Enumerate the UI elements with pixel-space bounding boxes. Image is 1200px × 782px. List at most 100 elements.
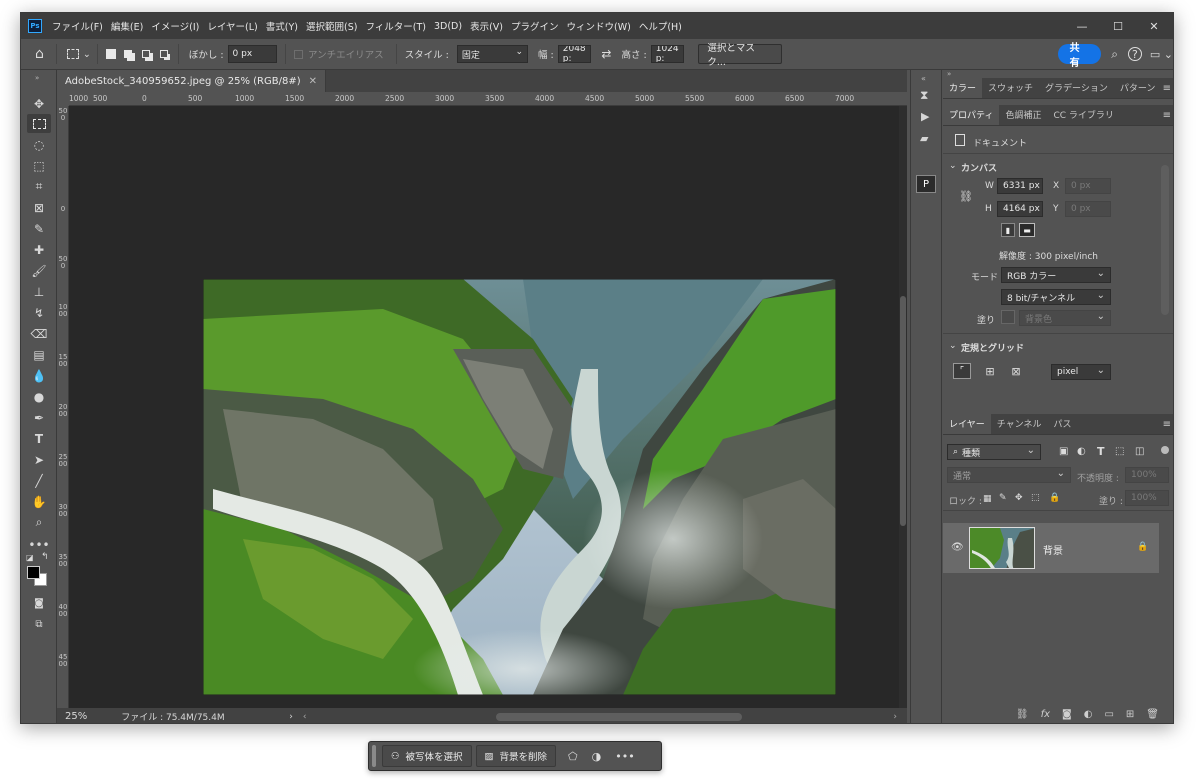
blend-mode-select[interactable]: 通常 [947, 467, 1071, 483]
portrait-orientation-icon[interactable]: ▮ [1001, 223, 1015, 237]
lock-position-icon[interactable]: ✥ [1015, 493, 1023, 503]
bit-depth-select[interactable]: 8 bit/チャンネル [1001, 289, 1111, 305]
pen-tool-icon[interactable]: ✒ [27, 408, 51, 427]
select-subject-button[interactable]: ⚇ 被写体を選択 [382, 745, 472, 767]
ruler-unit-select[interactable]: pixel [1051, 364, 1111, 380]
menu-plugins[interactable]: プラグイン [507, 19, 563, 33]
layer-row[interactable]: 👁 背景 🔒 [943, 523, 1159, 573]
adjust-icon[interactable]: ◑ [592, 750, 602, 763]
hand-tool-icon[interactable]: ✋ [27, 492, 51, 511]
close-tab-icon[interactable]: ✕ [309, 76, 317, 87]
close-button[interactable]: ✕ [1137, 13, 1171, 39]
marquee-preset-icon[interactable]: ⌄ [66, 49, 91, 60]
select-and-mask-button[interactable]: 選択とマスク... [698, 43, 782, 68]
vertical-scrollbar[interactable] [899, 106, 907, 708]
filter-adjustment-icon[interactable]: ◐ [1077, 446, 1086, 457]
search-icon[interactable]: ⌕ [1111, 47, 1118, 62]
collapse-panels-icon[interactable]: » [943, 70, 1173, 78]
link-icon[interactable]: ⛓ [959, 190, 973, 203]
rulers-grid-section-title[interactable]: 定規とグリッド [961, 341, 1024, 354]
new-group-icon[interactable]: ▭ [1104, 709, 1113, 720]
filter-toggle-icon[interactable] [1161, 446, 1169, 454]
delete-layer-icon[interactable]: 🗑 [1146, 709, 1159, 720]
tab-properties[interactable]: プロパティ [943, 104, 1000, 125]
quick-mask-icon[interactable]: ◙ [27, 594, 51, 613]
gradient-tool-icon[interactable]: ▤ [27, 345, 51, 364]
menu-select[interactable]: 選択範囲(S) [302, 19, 361, 33]
status-menu-icon[interactable]: › [289, 712, 293, 722]
selection-mode-intersect-icon[interactable] [159, 50, 168, 58]
comments-icon[interactable]: ▰ [920, 132, 928, 145]
canvas-width-input[interactable]: 6331 px [997, 178, 1043, 194]
maximize-button[interactable]: ☐ [1101, 13, 1135, 39]
brush-tool-icon[interactable]: 🖌 [27, 261, 51, 280]
transform-icon[interactable]: ⬠ [568, 750, 578, 763]
pixel-grid-toggle-icon[interactable]: ⊠ [1007, 363, 1025, 379]
menu-help[interactable]: ヘルプ(H) [635, 19, 686, 33]
eyedropper-tool-icon[interactable]: ✎ [27, 219, 51, 238]
tab-adjustments[interactable]: 色調補正 [999, 104, 1047, 125]
workspace-icon[interactable]: ▭ ⌄ [1150, 48, 1173, 61]
scrollbar-thumb[interactable] [900, 296, 906, 526]
menu-type[interactable]: 書式(Y) [262, 19, 302, 33]
collapse-tools-icon[interactable]: » [35, 74, 39, 82]
layer-lock-icon[interactable]: 🔒 [1137, 542, 1148, 552]
panel-menu-icon[interactable]: ≡ [1163, 110, 1171, 121]
antialias-checkbox[interactable]: アンチエイリアス [294, 47, 384, 61]
link-layers-icon[interactable]: ⛓ [1016, 709, 1029, 720]
panel-menu-icon[interactable]: ≡ [1163, 419, 1171, 430]
fill-select[interactable]: 背景色 [1019, 310, 1111, 326]
fx-icon[interactable]: fx [1041, 709, 1050, 720]
fill-color-swatch[interactable] [1001, 310, 1015, 324]
filter-smart-object-icon[interactable]: ◫ [1135, 446, 1144, 457]
chevron-down-icon[interactable]: ⌄ [949, 161, 957, 171]
panel-menu-icon[interactable]: ≡ [1163, 83, 1171, 94]
default-colors-icon[interactable]: ◪ [26, 553, 34, 562]
properties-scrollbar[interactable] [1161, 165, 1169, 315]
document-tab[interactable]: AdobeStock_340959652.jpeg @ 25% (RGB/8#)… [57, 70, 326, 92]
line-tool-icon[interactable]: ╱ [27, 471, 51, 490]
eraser-tool-icon[interactable]: ⌫ [27, 324, 51, 343]
layer-name[interactable]: 背景 [1043, 542, 1063, 557]
lasso-tool-icon[interactable]: ◌ [27, 135, 51, 154]
menu-layer[interactable]: レイヤー(L) [203, 19, 261, 33]
color-mode-select[interactable]: RGB カラー [1001, 267, 1111, 283]
eye-icon[interactable]: 👁 [951, 542, 964, 553]
canvas-y-input[interactable]: 0 px [1065, 201, 1111, 217]
share-button[interactable]: 共有 [1057, 43, 1102, 69]
grid-toggle-icon[interactable]: ⊞ [981, 363, 999, 379]
crop-tool-icon[interactable]: ⌗ [27, 177, 51, 196]
menu-3d[interactable]: 3D(D) [430, 21, 466, 32]
ruler-toggle-icon[interactable]: ⌜ [953, 363, 971, 379]
canvas-area[interactable] [57, 92, 907, 708]
swap-colors-icon[interactable]: ↰ [41, 552, 49, 562]
menu-image[interactable]: イメージ(I) [147, 19, 203, 33]
chevron-down-icon[interactable]: ⌄ [949, 341, 957, 351]
canvas-height-input[interactable]: 4164 px [997, 201, 1043, 217]
lock-all-icon[interactable]: 🔒 [1049, 493, 1060, 503]
new-layer-icon[interactable]: ⊞ [1126, 709, 1134, 720]
foreground-color-swatch[interactable] [27, 566, 40, 579]
tab-gradients[interactable]: グラデーション [1039, 77, 1114, 98]
move-tool-icon[interactable]: ✥ [27, 94, 51, 113]
blur-tool-icon[interactable]: 💧 [27, 366, 51, 385]
tab-patterns[interactable]: パターン [1114, 77, 1162, 98]
lock-image-icon[interactable]: ✎ [999, 493, 1007, 503]
landscape-orientation-icon[interactable]: ▬ [1019, 223, 1035, 237]
drag-handle[interactable] [372, 745, 376, 767]
feather-input[interactable]: 0 px [227, 45, 278, 63]
help-icon[interactable]: ? [1128, 47, 1142, 61]
scroll-left-icon[interactable]: ‹ [303, 712, 307, 722]
type-tool-icon[interactable]: T [27, 429, 51, 448]
menu-filter[interactable]: フィルター(T) [361, 19, 430, 33]
actions-icon[interactable]: ▶ [921, 110, 929, 123]
selection-mode-add-icon[interactable] [123, 50, 132, 58]
canvas-section-title[interactable]: カンバス [961, 161, 997, 174]
selection-mode-subtract-icon[interactable] [141, 50, 150, 58]
add-mask-icon[interactable]: ◙ [1062, 709, 1072, 720]
selection-mode-new-icon[interactable] [105, 49, 116, 59]
history-brush-tool-icon[interactable]: ↯ [27, 303, 51, 322]
minimize-button[interactable]: — [1065, 13, 1099, 39]
opacity-input[interactable]: 100% [1125, 467, 1169, 483]
menu-view[interactable]: 表示(V) [466, 19, 507, 33]
